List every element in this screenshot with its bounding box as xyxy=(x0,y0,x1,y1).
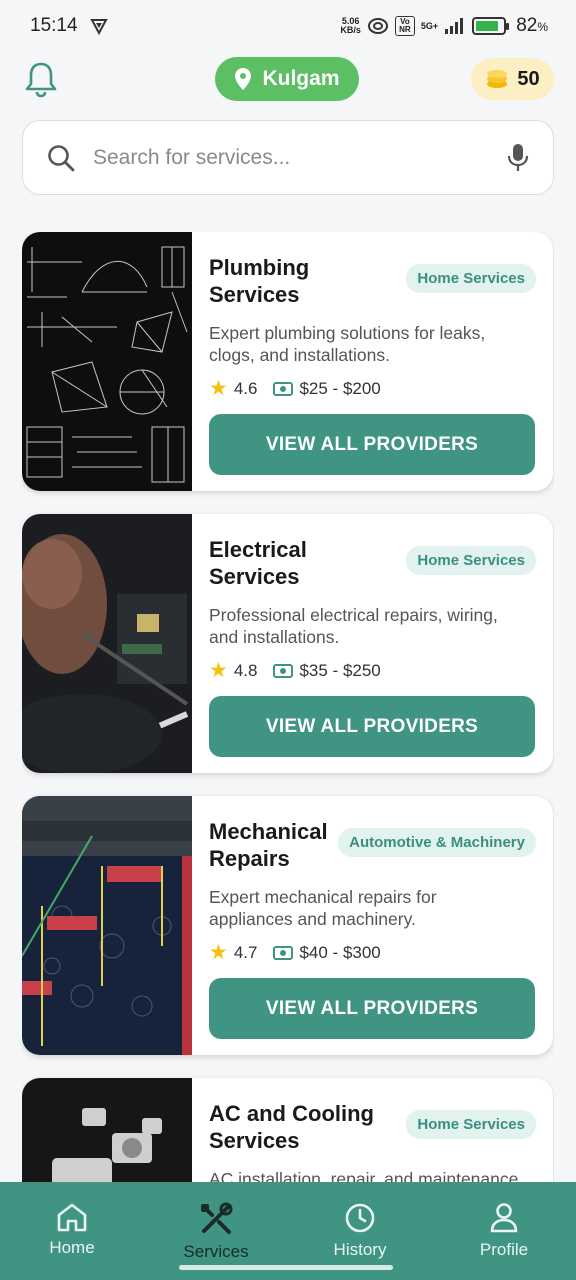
service-rating: 4.8 xyxy=(233,660,258,680)
status-bar: 15:14 5.06 KB/s Vo NR 5G+ 82% xyxy=(0,0,576,52)
search-icon xyxy=(48,144,75,171)
search-input[interactable] xyxy=(93,145,507,170)
coins-icon xyxy=(487,70,508,88)
service-price: $35 - $250 xyxy=(299,660,381,680)
status-time: 15:14 xyxy=(30,15,78,36)
money-icon xyxy=(273,945,294,961)
view-all-providers-button[interactable]: VIEW ALL PROVIDERS xyxy=(209,696,535,757)
hotspot-icon xyxy=(367,18,388,34)
service-card[interactable]: Mechanical Repairs Automotive & Machiner… xyxy=(22,796,553,1055)
service-meta: ★ 4.6 $25 - $200 xyxy=(209,378,536,399)
location-button[interactable]: Kulgam xyxy=(215,57,359,101)
service-price: $25 - $200 xyxy=(299,378,381,398)
service-description: Expert mechanical repairs for appliances… xyxy=(209,887,437,929)
service-rating: 4.7 xyxy=(233,942,258,962)
view-all-providers-button[interactable]: VIEW ALL PROVIDERS xyxy=(209,978,535,1039)
nav-home[interactable]: Home xyxy=(0,1182,144,1280)
service-meta: ★ 4.7 $40 - $300 xyxy=(209,942,536,963)
money-icon xyxy=(273,663,294,679)
signal-bars-icon xyxy=(445,18,464,34)
category-badge: Automotive & Machinery xyxy=(338,828,536,857)
service-description: Professional electrical repairs, wiring,… xyxy=(209,605,498,647)
app-header: Kulgam 50 xyxy=(0,54,576,106)
vpn-shield-icon xyxy=(89,19,108,35)
service-title: Plumbing Services xyxy=(209,255,310,307)
service-price: $40 - $300 xyxy=(299,942,381,962)
service-rating: 4.6 xyxy=(233,378,258,398)
service-description: Expert plumbing solutions for leaks, clo… xyxy=(209,323,486,365)
nav-label: Profile xyxy=(479,1240,529,1259)
home-indicator[interactable] xyxy=(179,1265,393,1270)
service-image xyxy=(22,1078,192,1182)
tools-icon xyxy=(201,1202,233,1234)
signal-label: 5G+ xyxy=(420,21,439,31)
service-image xyxy=(22,514,192,773)
service-meta: ★ 4.8 $35 - $250 xyxy=(209,660,536,681)
service-title: AC and Cooling Services xyxy=(209,1101,374,1153)
nav-label: Home xyxy=(49,1238,95,1257)
nav-label: Services xyxy=(183,1242,249,1261)
search-bar[interactable] xyxy=(22,120,554,195)
service-title: Mechanical Repairs xyxy=(209,819,328,871)
nav-label: History xyxy=(333,1240,387,1259)
clock-icon xyxy=(345,1203,375,1233)
home-icon xyxy=(57,1203,87,1232)
star-icon: ★ xyxy=(209,941,228,964)
category-badge: Home Services xyxy=(406,1110,536,1139)
service-title: Electrical Services xyxy=(209,537,307,589)
network-speed: 5.06 KB/s xyxy=(340,16,361,35)
service-list: Plumbing Services Home Services Expert p… xyxy=(22,232,554,1182)
nav-profile[interactable]: Profile xyxy=(432,1182,576,1280)
bell-icon[interactable] xyxy=(24,60,58,98)
service-card[interactable]: Electrical Services Home Services Profes… xyxy=(22,514,553,773)
coin-balance[interactable]: 50 xyxy=(471,58,554,100)
view-all-providers-button[interactable]: VIEW ALL PROVIDERS xyxy=(209,414,535,475)
star-icon: ★ xyxy=(209,377,228,400)
service-image xyxy=(22,232,192,491)
map-pin-icon xyxy=(235,68,252,90)
volte-badge: Vo NR xyxy=(394,16,415,36)
coin-count: 50 xyxy=(517,67,540,90)
service-description: AC installation, repair, and maintenance xyxy=(209,1169,519,1182)
service-card[interactable]: Plumbing Services Home Services Expert p… xyxy=(22,232,553,491)
person-icon xyxy=(490,1203,518,1233)
star-icon: ★ xyxy=(209,659,228,682)
service-image xyxy=(22,796,192,1055)
battery-percent: 82% xyxy=(516,15,548,36)
category-badge: Home Services xyxy=(406,546,536,575)
location-label: Kulgam xyxy=(262,67,340,90)
battery-icon xyxy=(472,17,510,35)
category-badge: Home Services xyxy=(406,264,536,293)
service-card[interactable]: AC and Cooling Services Home Services AC… xyxy=(22,1078,553,1182)
money-icon xyxy=(273,381,294,397)
microphone-icon[interactable] xyxy=(507,143,529,173)
